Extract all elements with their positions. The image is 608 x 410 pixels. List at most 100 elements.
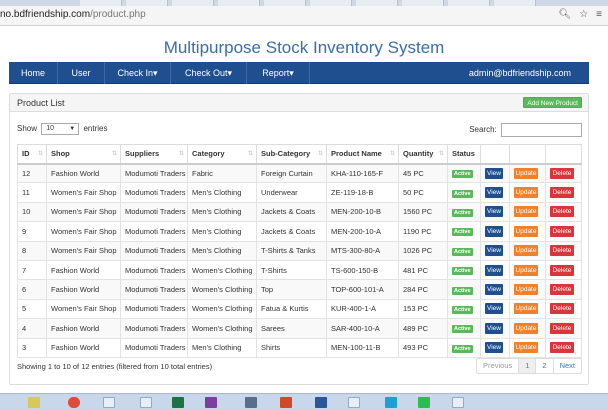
cell-category: Women's Clothing — [187, 298, 257, 320]
view-button[interactable]: View — [485, 206, 503, 218]
panel-title: Product List — [17, 98, 65, 108]
url-text[interactable]: no.bdfriendship.com/product.php — [0, 9, 146, 20]
cell-supplier: Modumoti Traders — [120, 318, 188, 339]
menu-icon[interactable]: ≡ — [596, 9, 602, 20]
nav-user-account[interactable]: admin@bdfriendship.com — [469, 62, 571, 84]
app-icon[interactable] — [418, 397, 430, 408]
delete-button[interactable]: Delete — [550, 225, 574, 237]
window-icon[interactable] — [103, 397, 115, 408]
view-button[interactable]: View — [485, 322, 503, 334]
col-suppliers[interactable]: Suppliers ⇅ — [120, 144, 188, 165]
col-status[interactable]: Status — [447, 144, 481, 165]
view-button[interactable]: View — [485, 284, 503, 296]
update-button[interactable]: Update — [514, 167, 538, 179]
update-button[interactable]: Update — [514, 342, 538, 354]
powerpoint-icon[interactable] — [280, 397, 292, 408]
address-bar[interactable]: no.bdfriendship.com/product.php 🔍︎ ☆ ≡ — [0, 6, 608, 26]
delete-button[interactable]: Delete — [550, 245, 574, 257]
table-row: 8 Women's Fair Shop Modumoti Traders Men's … — [17, 240, 582, 261]
nav-check-in[interactable]: Check In▾ — [105, 62, 171, 84]
view-button-cell: View — [480, 259, 510, 281]
nav-user[interactable]: User — [58, 62, 105, 84]
cell-id: 10 — [17, 201, 47, 223]
update-button[interactable]: Update — [514, 225, 538, 237]
update-button[interactable]: Update — [514, 187, 538, 199]
add-new-product-button[interactable]: Add New Product — [523, 97, 582, 108]
update-button-cell: Update — [509, 279, 546, 300]
delete-button[interactable]: Delete — [550, 284, 574, 296]
view-button[interactable]: View — [485, 187, 503, 199]
delete-button[interactable]: Delete — [550, 342, 574, 354]
update-button[interactable]: Update — [514, 303, 538, 315]
nav-check-out[interactable]: Check Out▾ — [171, 62, 247, 84]
cell-product-name: SAR-400-10-A — [326, 318, 399, 339]
search-label: Search: — [469, 125, 497, 135]
nav-report[interactable]: Report▾ — [247, 62, 310, 84]
delete-button[interactable]: Delete — [550, 187, 574, 199]
view-button[interactable]: View — [485, 167, 503, 179]
onenote-icon[interactable] — [205, 397, 217, 408]
sort-icon: ⇅ — [247, 151, 253, 157]
delete-button-cell: Delete — [545, 221, 582, 242]
col-sub-category[interactable]: Sub-Category ⇅ — [256, 144, 327, 165]
word-icon[interactable] — [315, 397, 327, 408]
delete-button[interactable]: Delete — [550, 167, 574, 179]
cell-product-name: KUR-400-1-A — [326, 298, 399, 320]
window-icon[interactable] — [452, 397, 464, 408]
app-icon[interactable] — [385, 397, 397, 408]
update-button[interactable]: Update — [514, 284, 538, 296]
nav-home[interactable]: Home — [9, 62, 58, 84]
view-button[interactable]: View — [485, 264, 503, 276]
update-button[interactable]: Update — [514, 264, 538, 276]
star-icon[interactable]: ☆ — [579, 9, 588, 20]
pagination-page-1[interactable]: 1 — [518, 359, 536, 373]
view-button[interactable]: View — [485, 245, 503, 257]
col-id[interactable]: ID ⇅ — [17, 144, 47, 165]
window-icon[interactable] — [140, 397, 152, 408]
col-product-name[interactable]: Product Name ⇅ — [326, 144, 399, 165]
view-button[interactable]: View — [485, 342, 503, 354]
zoom-icon[interactable]: 🔍︎ — [558, 9, 571, 20]
chrome-icon[interactable] — [68, 397, 80, 408]
col-category[interactable]: Category ⇅ — [187, 144, 257, 165]
update-button-cell: Update — [509, 182, 546, 203]
status-badge-cell: Active — [447, 240, 481, 261]
pagination-page-2[interactable]: 2 — [535, 359, 552, 373]
update-button[interactable]: Update — [514, 206, 538, 218]
view-button-cell: View — [480, 240, 510, 261]
view-button[interactable]: View — [485, 303, 503, 315]
cell-supplier: Modumoti Traders — [120, 240, 188, 261]
col-shop[interactable]: Shop ⇅ — [46, 144, 121, 165]
update-button[interactable]: Update — [514, 322, 538, 334]
delete-button[interactable]: Delete — [550, 264, 574, 276]
cell-product-name: TS-600-150-B — [326, 259, 399, 281]
excel-icon[interactable] — [172, 397, 184, 408]
cell-product-name: MEN-100-11-B — [326, 337, 399, 358]
cell-sub-category: Jackets & Coats — [256, 221, 327, 242]
delete-button[interactable]: Delete — [550, 303, 574, 315]
entries-length-control: Show 10 ▼ entries — [17, 123, 108, 135]
pagination: Previous 1 2 Next — [476, 358, 582, 374]
cell-shop: Fashion World — [46, 318, 121, 339]
search-input[interactable] — [501, 123, 582, 137]
pagination-previous[interactable]: Previous — [477, 359, 518, 373]
pagination-next[interactable]: Next — [552, 359, 581, 373]
status-badge: Active — [452, 267, 473, 276]
update-button[interactable]: Update — [514, 245, 538, 257]
cell-category: Women's Clothing — [187, 279, 257, 300]
status-badge: Active — [452, 170, 473, 179]
cell-id: 7 — [17, 259, 47, 281]
app-icon[interactable] — [245, 397, 257, 408]
sort-icon: ⇅ — [317, 151, 323, 157]
cell-sub-category: Foreign Curtain — [256, 162, 327, 184]
delete-button[interactable]: Delete — [550, 322, 574, 334]
cell-quantity: 1190 PC — [398, 221, 448, 242]
delete-button[interactable]: Delete — [550, 206, 574, 218]
sort-icon: ⇅ — [438, 151, 444, 157]
entries-select[interactable]: 10 ▼ — [41, 123, 80, 135]
view-button[interactable]: View — [485, 225, 503, 237]
cell-supplier: Modumoti Traders — [120, 221, 188, 242]
col-quantity[interactable]: Quantity ⇅ — [398, 144, 448, 165]
window-icon[interactable] — [348, 397, 360, 408]
explorer-icon[interactable] — [28, 397, 40, 408]
